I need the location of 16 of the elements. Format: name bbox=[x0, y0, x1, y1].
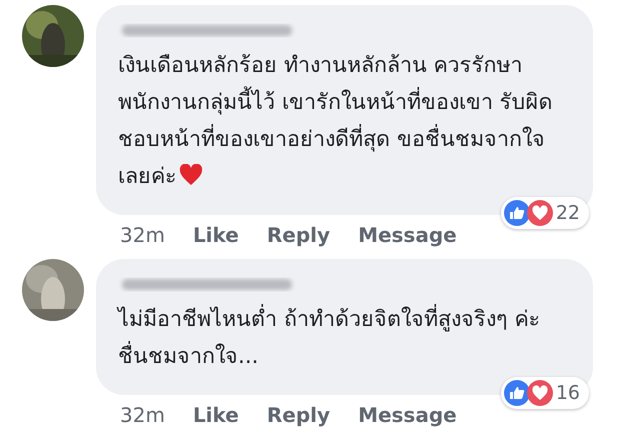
comment-time: 32m bbox=[120, 223, 165, 247]
like-icon bbox=[504, 380, 530, 406]
action-link[interactable]: Like bbox=[192, 223, 239, 247]
comment-time: 32m bbox=[120, 403, 165, 427]
comment-text: เงินเดือนหลักร้อย ทำงานหลักล้าน ควรรักษาพนักงานกลุ่มนี้ไว้ เขารักในหน้าที่ของเขา รับผิดชอบหน้าที่ของเขาอย่างดีที่สุด ขอชื่นชมจากใจเลยค่ะ bbox=[118, 52, 554, 191]
reactions-pill[interactable]: 22 bbox=[500, 197, 589, 229]
action-link[interactable]: Like bbox=[192, 403, 239, 427]
reaction-count: 22 bbox=[556, 202, 580, 224]
action-link[interactable]: Reply bbox=[266, 223, 330, 247]
reaction-count: 16 bbox=[556, 382, 580, 404]
action-link[interactable]: Message bbox=[358, 223, 457, 247]
reactions-pill[interactable]: 16 bbox=[500, 377, 589, 409]
action-link[interactable]: Reply bbox=[266, 403, 330, 427]
like-icon bbox=[504, 200, 530, 226]
comment-text: ไม่มีอาชีพไหนต่ำ ถ้าทำด้วยจิตใจที่สูงจริงๆ ค่ะ ชื่นชมจากใจ... bbox=[118, 301, 571, 375]
action-link[interactable]: Message bbox=[358, 403, 457, 427]
